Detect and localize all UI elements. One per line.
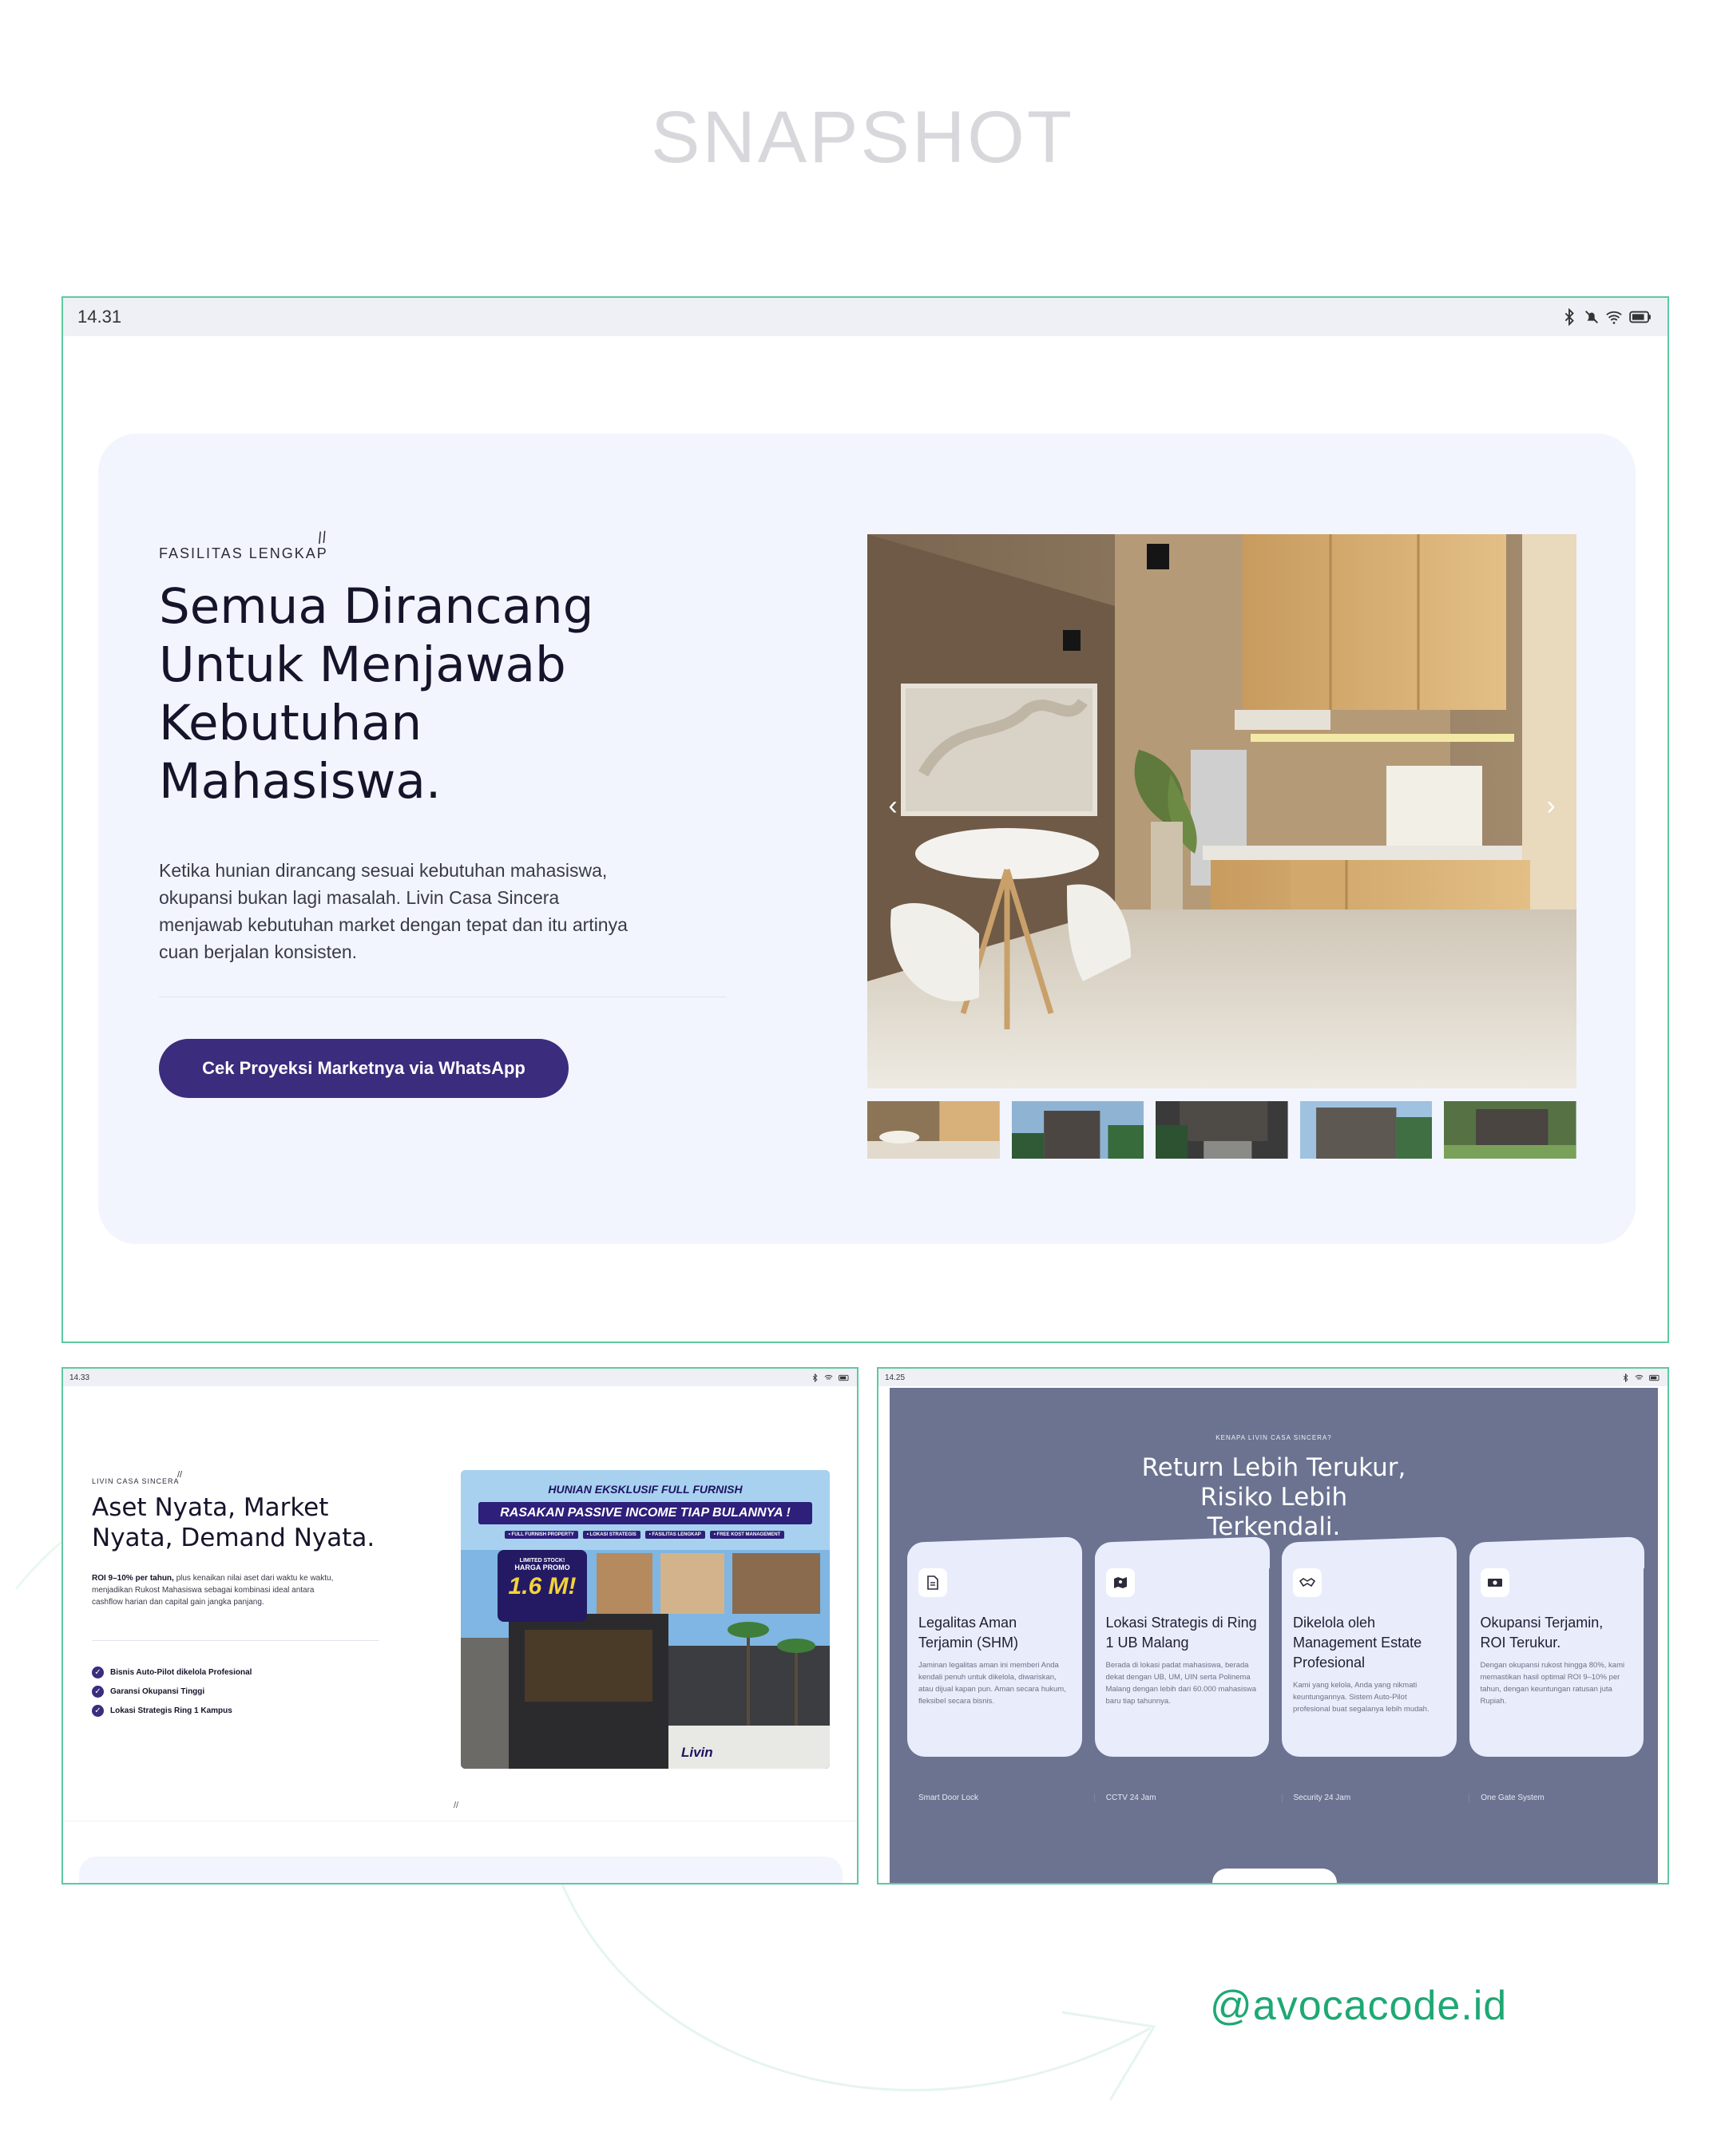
snapshot-title: SNAPSHOT [650,97,1075,178]
check-icon: ✓ [92,1685,104,1698]
card-body: Jaminan legalitas aman ini memberi Anda … [918,1661,1066,1706]
reason-card: Okupansi Terjamin, ROI Terukur. Dengan o… [1469,1544,1644,1757]
chevron-left-icon[interactable]: ‹ [877,790,909,822]
bluetooth-icon [812,1373,818,1382]
feature-item: Smart Door Lock [918,1793,979,1802]
banner-tag: • FASILITAS LENGKAP [644,1531,705,1539]
feature-strip: Smart Door Lock CCTV 24 Jam Security 24 … [907,1793,1644,1802]
bluetooth-icon [1623,1373,1628,1382]
wifi-icon [1606,311,1622,324]
card-title: Legalitas Aman Terjamin (SHM) [918,1615,1019,1651]
status-time: 14.31 [77,307,122,327]
kitchen-render [867,534,1576,1088]
screenshot-frame-invest: 14.33 LIVIN CASA SINCERA // Aset Nyata, … [61,1367,859,1885]
page: SNAPSHOT 14.31 FASILITAS LENGKAP // Semu… [0,0,1725,2156]
benefit-label: Garansi Okupansi Tinggi [110,1686,205,1696]
status-icons [1621,1373,1661,1382]
benefit-label: Lokasi Strategis Ring 1 Kampus [110,1706,232,1715]
battery-icon [1649,1374,1660,1381]
document-icon [918,1568,947,1597]
promo-price: 1.6 M! [508,1573,577,1599]
thumbnail-building-2[interactable] [1156,1101,1288,1159]
banner-tag: • LOKASI STRATEGIS [582,1531,640,1539]
banner-line-2: RASAKAN PASSIVE INCOME TIAP BULANNYA ! [478,1502,812,1524]
handshake-icon [1293,1568,1322,1597]
screenshot-frame-main: 14.31 FASILITAS LENGKAP // Semua Diranca… [61,296,1669,1343]
roi-highlight: ROI 9–10% per tahun, [92,1574,174,1583]
check-icon: ✓ [92,1704,104,1717]
card-title: Okupansi Terjamin, ROI Terukur. [1480,1615,1604,1651]
card-body: Dengan okupansi rukost hingga 80%, kami … [1480,1661,1625,1706]
section-paragraph: Ketika hunian dirancang sesuai kebutuhan… [159,860,628,962]
social-handle: @avocacode.id [1210,1983,1508,2029]
list-item: ✓ Lokasi Strategis Ring 1 Kampus [92,1701,252,1720]
whatsapp-cta-button[interactable]: Cek Proyeksi Marketnya via WhatsApp [159,1039,569,1098]
card-title: Dikelola oleh Management Estate Profesio… [1293,1615,1422,1671]
status-bar: 14.25 [878,1369,1668,1386]
list-item: ✓ Bisnis Auto-Pilot dikelola Profesional [92,1663,252,1682]
status-bar: 14.33 [63,1369,857,1386]
thumbnail-kitchen[interactable] [867,1101,1000,1159]
promo-banner: HUNIAN EKSKLUSIF FULL FURNISH RASAKAN PA… [461,1470,830,1769]
feature-item: One Gate System [1469,1793,1644,1802]
reason-card: Dikelola oleh Management Estate Profesio… [1282,1544,1457,1757]
status-icons [811,1373,851,1382]
map-icon [1105,1568,1135,1597]
section-eyebrow: LIVIN CASA SINCERA [92,1477,180,1485]
headline-text: Return Lebih Terukur, Risiko Lebih Terke… [1141,1453,1406,1541]
section-eyebrow: FASILITAS LENGKAP [159,545,328,561]
banner-tag: • FREE KOST MANAGEMENT [709,1531,785,1539]
feature-item: Security 24 Jam [1281,1793,1457,1802]
screenshot-frame-why: 14.25 KENAPA LIVIN CASA SINCERA? Return … [877,1367,1669,1885]
decorative-slash: // [454,1801,459,1810]
benefit-label: Bisnis Auto-Pilot dikelola Profesional [110,1667,252,1677]
section-headline: Return Lebih Terukur, Risiko Lebih Terke… [890,1453,1658,1542]
thumbnail-building-4[interactable] [1444,1101,1576,1159]
status-icons [1560,308,1653,326]
wifi-icon [1635,1374,1644,1380]
promo-price-badge: LIMITED STOCK! HARGA PROMO 1.6 M! [498,1550,587,1622]
chevron-right-icon[interactable]: › [1535,790,1567,822]
battery-icon [1629,311,1651,323]
banner-line-1: HUNIAN EKSKLUSIF FULL FURNISH [548,1483,743,1496]
banner-tags: • FULL FURNISH PROPERTY • LOKASI STRATEG… [485,1531,804,1539]
section-paragraph: ROI 9–10% per tahun, plus kenaikan nilai… [92,1572,339,1608]
section-headline: Semua Dirancang Untuk Menjawab Kebutuhan… [159,578,594,810]
thumbnail-building-3[interactable] [1299,1101,1433,1159]
bluetooth-icon [1564,308,1574,326]
feature-item: CCTV 24 Jam [1093,1793,1269,1802]
status-bar: 14.31 [63,298,1668,336]
reason-card: Legalitas Aman Terjamin (SHM) Jaminan le… [907,1544,1082,1757]
list-item: ✓ Garansi Okupansi Tinggi [92,1682,252,1701]
promo-stock: LIMITED STOCK! [519,1558,565,1563]
benefit-list: ✓ Bisnis Auto-Pilot dikelola Profesional … [92,1663,252,1720]
why-section: KENAPA LIVIN CASA SINCERA? Return Lebih … [890,1388,1658,1883]
card-body: Berada di lokasi padat mahasiswa, berada… [1105,1661,1257,1706]
card-body: Kami yang kelola, Anda yang nikmati keun… [1293,1681,1430,1714]
banner-tag: • FULL FURNISH PROPERTY [504,1531,578,1539]
brand-logo: Livin [681,1745,713,1760]
status-time: 14.25 [885,1373,906,1382]
gallery-thumbnails [867,1101,1576,1159]
money-icon [1480,1568,1509,1597]
check-icon: ✓ [92,1666,104,1678]
section-eyebrow: KENAPA LIVIN CASA SINCERA? [1215,1434,1332,1441]
promo-label: HARGA PROMO [514,1563,570,1571]
gallery-main-image: ‹ › [867,534,1576,1088]
mute-bell-icon [1585,311,1598,323]
status-time: 14.33 [69,1373,90,1382]
battery-icon [839,1374,849,1381]
scroll-pill-button[interactable] [1212,1869,1337,1883]
reason-cards: Legalitas Aman Terjamin (SHM) Jaminan le… [907,1544,1644,1757]
reason-card: Lokasi Strategis di Ring 1 UB Malang Ber… [1094,1544,1269,1757]
wifi-icon [824,1374,833,1380]
decorative-slash: // [177,1470,183,1480]
facilities-section: FASILITAS LENGKAP // Semua Dirancang Unt… [98,434,1636,1244]
thumbnail-building-1[interactable] [1011,1101,1144,1159]
divider [92,1640,379,1641]
section-headline: Aset Nyata, Market Nyata, Demand Nyata. [92,1493,375,1552]
card-title: Lokasi Strategis di Ring 1 UB Malang [1105,1615,1257,1651]
next-section-card [79,1857,843,1883]
